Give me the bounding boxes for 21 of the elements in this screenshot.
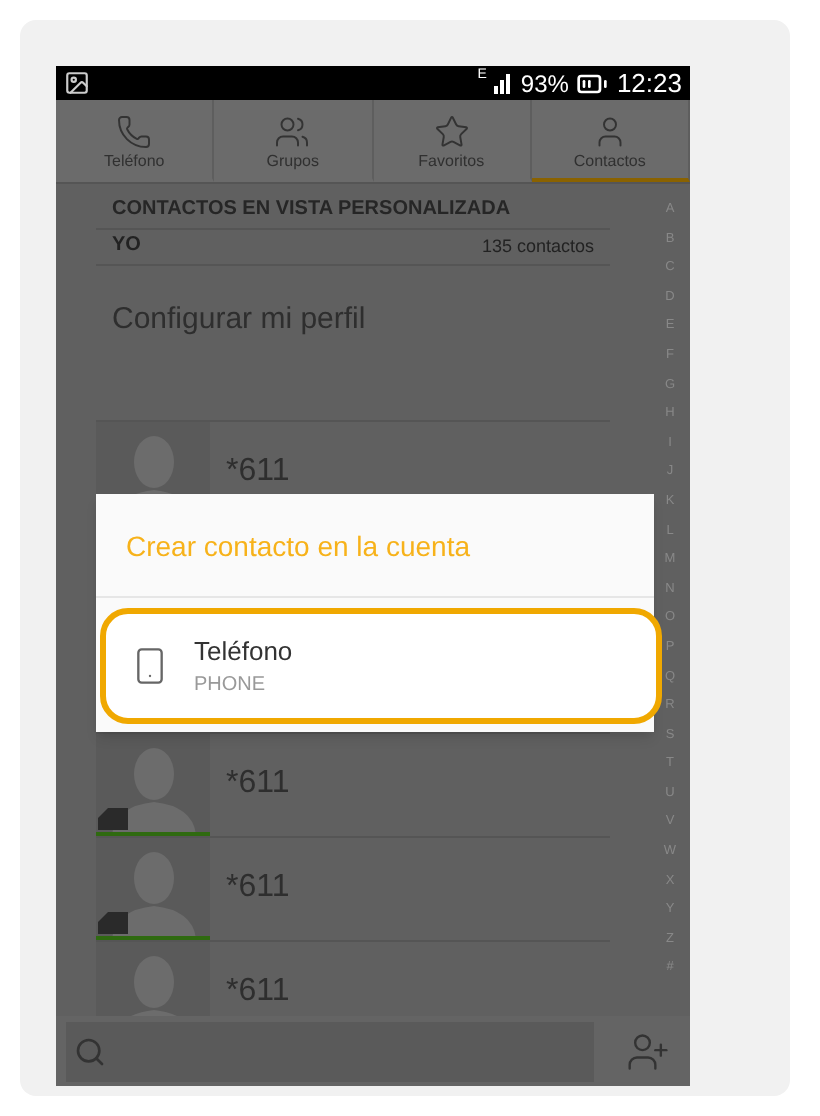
account-type: PHONE	[194, 672, 268, 701]
section-header: CONTACTOS EN VISTA PERSONALIZADA	[96, 194, 610, 230]
add-contact-icon[interactable]	[626, 1029, 670, 1073]
battery-percent: 93%	[520, 67, 569, 101]
clock: 12:23	[616, 66, 682, 102]
account-name: Teléfono	[194, 633, 293, 670]
search-icon	[74, 1035, 106, 1067]
me-label: YO	[112, 232, 141, 260]
image-icon	[64, 70, 90, 96]
tab[interactable]: Teléfono	[56, 100, 215, 182]
tab[interactable]: Grupos	[214, 100, 373, 182]
contact-count: 135 contactos	[481, 233, 594, 259]
tab[interactable]: Contactos	[531, 100, 690, 182]
account-option[interactable]: Teléfono PHONE	[100, 608, 662, 724]
signal-icon	[494, 73, 513, 93]
phone-icon	[116, 114, 153, 150]
tab[interactable]: Favoritos	[373, 100, 532, 182]
dialog-title: Crear contacto en la cuenta	[96, 526, 654, 598]
groups-icon	[274, 114, 311, 150]
star-icon	[433, 114, 470, 150]
search-field[interactable]	[66, 1021, 594, 1081]
